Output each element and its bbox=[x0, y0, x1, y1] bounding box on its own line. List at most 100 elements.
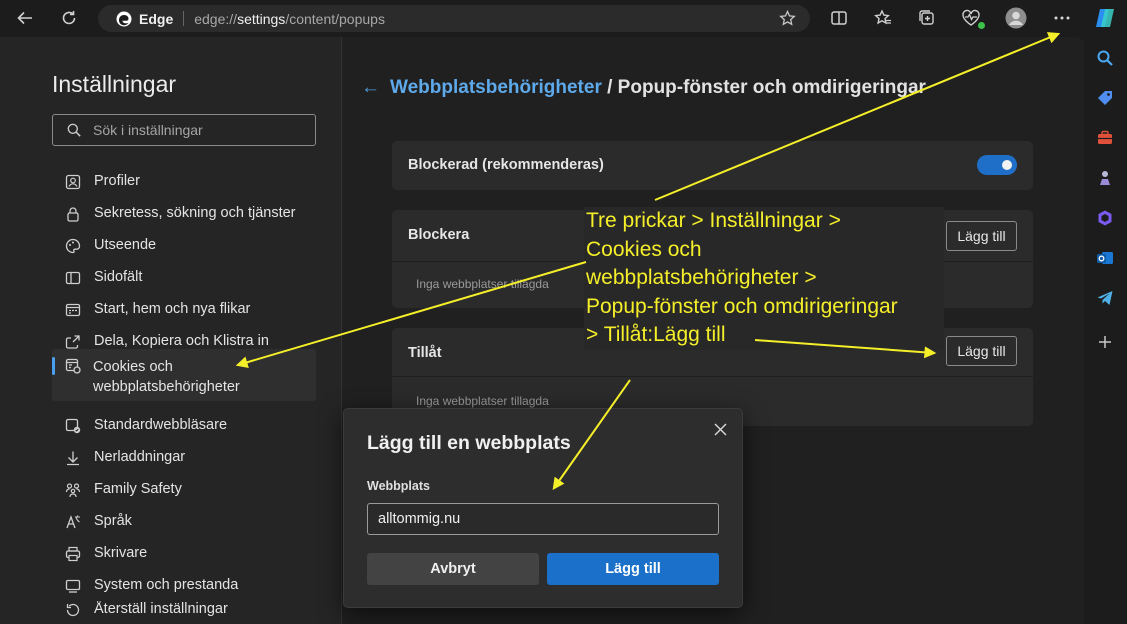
nav-item-label: System och prestanda bbox=[94, 577, 239, 593]
nav-item-cookies[interactable]: Cookies och webbplatsbehörigheter bbox=[52, 349, 316, 401]
dialog-title: Lägg till en webbplats bbox=[367, 432, 571, 454]
website-field-label: Webbplats bbox=[367, 479, 430, 493]
nav-item-profiler[interactable]: Profiler bbox=[52, 165, 316, 197]
printer-icon bbox=[52, 545, 94, 566]
default-browser-icon bbox=[52, 417, 94, 438]
nav-item-label: Family Safety bbox=[94, 481, 182, 497]
nav-item-sidebar[interactable]: Sidofält bbox=[52, 261, 316, 293]
nav-item-label: Språk bbox=[94, 513, 132, 529]
add-button[interactable]: Lägg till bbox=[547, 553, 719, 585]
copilot-icon[interactable] bbox=[1092, 5, 1118, 31]
blocked-label: Blockerad (rekommenderas) bbox=[408, 157, 604, 173]
address-bar[interactable]: Edge edge://settings/content/popups bbox=[98, 5, 810, 32]
sidebar-icon bbox=[52, 269, 94, 290]
family-icon bbox=[52, 481, 94, 502]
page-title: / Popup-fönster och omdirigeringar bbox=[601, 77, 926, 98]
nav-item-label: Dela, Kopiera och Klistra in bbox=[94, 333, 269, 349]
address-separator bbox=[183, 11, 185, 26]
nav-item-appearance[interactable]: Utseende bbox=[52, 229, 316, 261]
system-icon bbox=[52, 577, 94, 598]
nav-item-label: Skrivare bbox=[94, 545, 148, 561]
blocked-setting-card: Blockerad (rekommenderas) bbox=[392, 141, 1033, 190]
url-prefix: edge:// bbox=[194, 10, 238, 27]
download-icon bbox=[52, 449, 94, 470]
search-placeholder: Sök i inställningar bbox=[93, 122, 203, 138]
shopping-tag-icon[interactable] bbox=[1095, 88, 1115, 108]
close-icon[interactable] bbox=[710, 419, 730, 439]
blocked-toggle[interactable] bbox=[977, 155, 1017, 175]
profile-icon[interactable] bbox=[1005, 7, 1027, 29]
refresh-icon[interactable] bbox=[58, 7, 80, 29]
allow-section-label: Tillåt bbox=[408, 345, 442, 361]
back-arrow-icon[interactable]: ← bbox=[361, 77, 380, 98]
block-section-label: Blockera bbox=[408, 227, 470, 243]
add-icon[interactable] bbox=[1095, 332, 1115, 352]
nav-item-family-safety[interactable]: Family Safety bbox=[52, 473, 316, 505]
allow-empty-text: Inga webbplatser tillagda bbox=[416, 394, 549, 408]
annotation-line: > Tillåt:Lägg till bbox=[586, 323, 726, 346]
profile-icon bbox=[52, 173, 94, 194]
home-tabs-icon bbox=[52, 301, 94, 322]
annotation-line: Tre prickar > Inställningar > bbox=[586, 209, 841, 232]
browser-name: Edge bbox=[139, 10, 174, 27]
split-screen-icon[interactable] bbox=[828, 7, 850, 29]
language-icon bbox=[52, 513, 94, 534]
url-host: settings bbox=[237, 10, 286, 27]
settings-nav: Inställningar Sök i inställningar Profil… bbox=[0, 37, 342, 624]
nav-item-language[interactable]: Språk bbox=[52, 505, 316, 537]
collections-icon[interactable] bbox=[916, 7, 938, 29]
nav-item-label: Nerladdningar bbox=[94, 449, 186, 465]
nav-item-system[interactable]: System och prestanda bbox=[52, 569, 316, 601]
nav-item-downloads[interactable]: Nerladdningar bbox=[52, 441, 316, 473]
nav-item-default-browser[interactable]: Standardwebbläsare bbox=[52, 409, 316, 441]
nav-item-privacy[interactable]: Sekretess, sökning och tjänster bbox=[52, 197, 316, 229]
search-icon[interactable] bbox=[1095, 48, 1115, 68]
block-add-button[interactable]: Lägg till bbox=[946, 221, 1017, 251]
reset-icon bbox=[52, 601, 94, 622]
url-text[interactable]: edge://settings/content/popups bbox=[194, 11, 385, 27]
nav-item-label: Utseende bbox=[94, 237, 157, 253]
browser-essentials-icon[interactable] bbox=[960, 7, 985, 29]
favorites-icon[interactable] bbox=[872, 7, 894, 29]
outlook-icon[interactable] bbox=[1095, 248, 1115, 268]
nav-item-label: Profiler bbox=[94, 173, 140, 189]
nav-item-start-home[interactable]: Start, hem och nya flikar bbox=[52, 293, 316, 325]
nav-item-label: Återställ inställningar bbox=[94, 601, 228, 617]
more-options-icon[interactable] bbox=[1051, 7, 1073, 29]
settings-search-input[interactable]: Sök i inställningar bbox=[52, 114, 316, 146]
favorite-star-icon[interactable] bbox=[779, 9, 796, 32]
status-dot bbox=[978, 22, 985, 29]
url-path: /content/popups bbox=[285, 10, 385, 27]
annotation-line: Cookies och bbox=[586, 237, 702, 261]
edge-sidebar bbox=[1084, 36, 1127, 624]
settings-title: Inställningar bbox=[52, 71, 177, 97]
nav-item-label: Sidofält bbox=[94, 269, 143, 285]
breadcrumb-link[interactable]: Webbplatsbehörigheter bbox=[390, 77, 602, 98]
annotation-line: Popup-fönster och omdirigeringar bbox=[586, 294, 898, 318]
nav-item-label: Standardwebbläsare bbox=[94, 417, 228, 433]
nav-item-printers[interactable]: Skrivare bbox=[52, 537, 316, 569]
search-icon bbox=[67, 123, 81, 137]
edge-logo-icon bbox=[116, 11, 132, 26]
divider bbox=[392, 376, 1033, 377]
lock-icon bbox=[52, 205, 94, 226]
browser-toolbar: Edge edge://settings/content/popups bbox=[0, 0, 1127, 36]
nav-item-reset[interactable]: Återställ inställningar bbox=[52, 601, 316, 624]
telegram-icon[interactable] bbox=[1095, 288, 1115, 308]
back-icon[interactable] bbox=[14, 7, 36, 29]
website-input[interactable] bbox=[367, 503, 719, 535]
nav-item-label: Start, hem och nya flikar bbox=[94, 301, 251, 317]
palette-icon bbox=[52, 237, 94, 258]
nav-item-label: Sekretess, sökning och tjänster bbox=[94, 205, 296, 221]
cancel-button[interactable]: Avbryt bbox=[367, 553, 539, 585]
add-site-dialog: Lägg till en webbplats Webbplats Avbryt … bbox=[343, 408, 743, 608]
annotation-line: webbplatsbehörigheter > bbox=[586, 266, 817, 289]
tools-icon[interactable] bbox=[1095, 128, 1115, 148]
microsoft365-icon[interactable] bbox=[1095, 208, 1115, 228]
tutorial-annotation: Tre prickar > Inställningar > Cookies oc… bbox=[584, 207, 944, 350]
allow-add-button[interactable]: Lägg till bbox=[946, 336, 1017, 366]
nav-item-label: Cookies och webbplatsbehörigheter bbox=[93, 359, 240, 395]
games-icon[interactable] bbox=[1095, 168, 1115, 188]
breadcrumb: ← Webbplatsbehörigheter / Popup-fönster o… bbox=[361, 77, 981, 99]
cookies-icon bbox=[52, 357, 93, 378]
